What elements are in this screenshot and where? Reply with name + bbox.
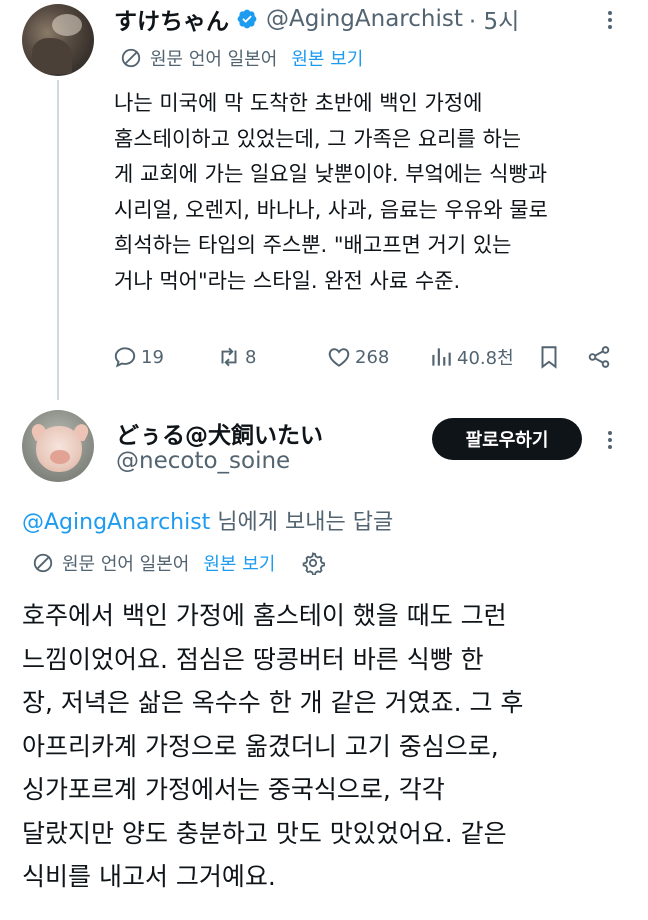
view-original-link[interactable]: 원본 보기 [291, 45, 363, 71]
tweet-text-line: 시리얼, 오렌지, 바나나, 사과, 음료는 우유와 물로 [114, 197, 548, 222]
avatar-pig-face [36, 426, 82, 472]
replying-to-suffix: 님에게 보내는 답글 [210, 510, 394, 535]
heart-icon [328, 348, 350, 367]
retweet-icon [221, 347, 237, 367]
gear-icon[interactable] [301, 551, 326, 575]
tweet-text-line: 게 교회에 가는 일요일 낮뿐이야. 부엌에는 식빵과 [114, 162, 548, 186]
reply-author-handle[interactable]: @necoto_soine [116, 448, 290, 474]
more-options-icon[interactable] [598, 8, 622, 32]
reply-text-line: 호주에서 백인 가정에 홈스테이 했을 때도 그런 [22, 601, 507, 630]
reply-icon [114, 347, 136, 368]
avatar-photo-highlight [52, 14, 82, 36]
author-name[interactable]: すけちゃん [114, 2, 229, 36]
translation-source-label: 원문 언어 일본어 [150, 49, 278, 70]
author-handle[interactable]: @AgingAnarchist [266, 6, 463, 32]
reply-text-line: 달랐지만 양도 충분하고 맛도 맛있었어요. 같은 [22, 818, 507, 848]
reply-text-line: 장, 저녁은 삶은 옥수수 한 개 같은 거였죠. 그 후 [22, 688, 524, 717]
tweet-text-line: 거나 먹어"라는 스타일. 완전 사료 수준. [114, 268, 461, 293]
tweet-timestamp[interactable]: · 5시 [469, 2, 519, 36]
reply-count: 19 [141, 346, 164, 368]
share-icon[interactable] [586, 344, 612, 370]
avatar-photo-figure [32, 38, 72, 74]
like-button[interactable]: 268 [326, 344, 389, 370]
translation-source-label: 원문 언어 일본어 [62, 554, 190, 575]
analytics-icon [432, 348, 451, 366]
view-original-link[interactable]: 원본 보기 [203, 550, 275, 576]
translate-icon [121, 48, 141, 68]
tweet-text-line: 나는 미국에 막 도착한 초반에 백인 가정에 [114, 91, 483, 115]
bookmark-icon[interactable] [536, 344, 562, 370]
tweet-text: 나는 미국에 막 도착한 초반에 백인 가정에 홈스테이하고 있었는데, 그 가… [114, 86, 614, 299]
retweet-button[interactable]: 8 [216, 344, 256, 370]
reply-author-name[interactable]: どぅる@犬飼いたい [116, 416, 323, 450]
like-count: 268 [355, 346, 390, 368]
reply-translation-notice: 원문 언어 일본어 원본 보기 [32, 550, 326, 576]
view-count: 40.8천 [457, 348, 514, 369]
replying-to-mention[interactable]: @AgingAnarchist [22, 510, 210, 535]
avatar-pig-snout [50, 450, 70, 464]
reply-text: 호주에서 백인 가정에 홈스테이 했을 때도 그런 느낌이었어요. 점심은 땅콩… [22, 594, 632, 899]
verified-badge-icon [237, 9, 257, 29]
translate-icon [33, 553, 53, 573]
author-avatar[interactable] [22, 4, 94, 76]
views-button[interactable]: 40.8천 [428, 344, 514, 370]
retweet-count: 8 [245, 346, 257, 368]
translation-notice: 원문 언어 일본어 원본 보기 [120, 45, 363, 71]
reply-text-line: 식비를 내고서 그거예요. [22, 862, 276, 891]
tweet-action-bar: 19 8 268 40.8천 [0, 340, 648, 374]
tweet-text-line: 희석하는 타입의 주스뿐. "배고프면 거기 있는 [114, 233, 512, 257]
reply-text-line: 아프리카계 가정으로 옮겼더니 고기 중심으로, [22, 731, 499, 761]
reply-text-line: 싱가포르계 가정에서는 중국식으로, 각각 [22, 775, 445, 804]
more-options-icon[interactable] [598, 428, 622, 452]
reply-text-line: 느낌이었어요. 점심은 땅콩버터 바른 식빵 한 [22, 644, 484, 674]
replying-to-notice: @AgingAnarchist 님에게 보내는 답글 [22, 504, 393, 536]
reply-author-avatar[interactable] [22, 410, 94, 482]
tweet-header: すけちゃん @AgingAnarchist · 5시 [114, 2, 519, 36]
tweet-text-line: 홈스테이하고 있었는데, 그 가족은 요리를 하는 [114, 126, 522, 151]
reply-button[interactable]: 19 [112, 344, 164, 370]
follow-button[interactable]: 팔로우하기 [432, 418, 582, 460]
